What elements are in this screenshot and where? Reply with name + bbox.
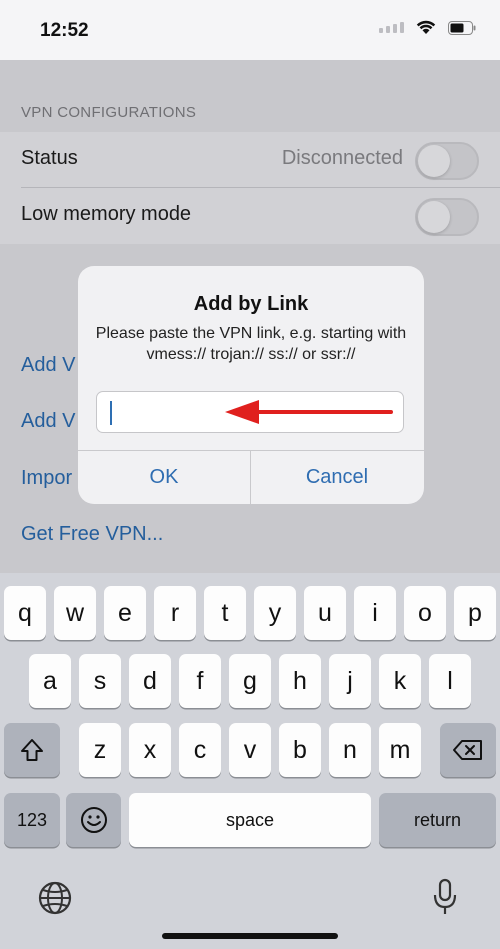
key-s[interactable]: s <box>79 654 121 708</box>
key-k[interactable]: k <box>379 654 421 708</box>
emoji-icon <box>80 807 107 833</box>
cellular-signal-icon <box>379 22 404 33</box>
key-f[interactable]: f <box>179 654 221 708</box>
key-b[interactable]: b <box>279 723 321 777</box>
battery-icon <box>448 20 476 35</box>
import-action[interactable]: Impor <box>21 467 72 490</box>
key-c[interactable]: c <box>179 723 221 777</box>
dialog-title: Add by Link <box>193 293 309 315</box>
status-bar: 12:52 <box>0 0 500 60</box>
key-t[interactable]: t <box>204 586 246 640</box>
key-u[interactable]: u <box>304 586 346 640</box>
key-m[interactable]: m <box>379 723 421 777</box>
key-v[interactable]: v <box>229 723 271 777</box>
key-e[interactable]: e <box>104 586 146 640</box>
key-n[interactable]: n <box>329 723 371 777</box>
status-icons <box>379 20 476 35</box>
key-j[interactable]: j <box>329 654 371 708</box>
status-value: Disconnected <box>281 147 403 169</box>
add-vpn-action-1[interactable]: Add V <box>21 354 75 377</box>
status-time: 12:52 <box>40 20 89 41</box>
key-x[interactable]: x <box>129 723 171 777</box>
status-row: Status Disconnected <box>0 132 500 188</box>
key-w[interactable]: w <box>54 586 96 640</box>
wifi-icon <box>416 20 436 34</box>
toggle-knob <box>418 201 450 233</box>
ok-button[interactable]: OK <box>78 451 250 504</box>
backspace-key[interactable] <box>440 723 496 777</box>
space-key[interactable]: space <box>129 793 371 847</box>
dialog-message: Please paste the VPN link, e.g. starting… <box>95 325 407 363</box>
return-key[interactable]: return <box>379 793 496 847</box>
key-z[interactable]: z <box>79 723 121 777</box>
low-memory-label: Low memory mode <box>21 203 192 225</box>
section-header: VPN CONFIGURATIONS <box>21 104 197 121</box>
key-d[interactable]: d <box>129 654 171 708</box>
status-label: Status <box>21 147 78 169</box>
numbers-key[interactable]: 123 <box>4 793 60 847</box>
add-vpn-action-2[interactable]: Add V <box>21 410 75 433</box>
backspace-icon <box>453 740 482 760</box>
key-q[interactable]: q <box>4 586 46 640</box>
link-input[interactable] <box>96 391 404 433</box>
cancel-button[interactable]: Cancel <box>251 451 423 504</box>
key-y[interactable]: y <box>254 586 296 640</box>
status-toggle[interactable] <box>415 142 479 180</box>
home-indicator <box>162 933 338 939</box>
key-o[interactable]: o <box>404 586 446 640</box>
low-memory-row: Low memory mode <box>0 188 500 244</box>
key-p[interactable]: p <box>454 586 496 640</box>
globe-icon[interactable] <box>37 880 73 916</box>
low-memory-toggle[interactable] <box>415 198 479 236</box>
emoji-key[interactable] <box>66 793 121 847</box>
get-free-vpn-action[interactable]: Get Free VPN... <box>21 523 163 546</box>
text-cursor <box>110 401 112 425</box>
key-i[interactable]: i <box>354 586 396 640</box>
key-a[interactable]: a <box>29 654 71 708</box>
shift-key[interactable] <box>4 723 60 777</box>
microphone-icon[interactable] <box>430 877 460 917</box>
key-r[interactable]: r <box>154 586 196 640</box>
key-h[interactable]: h <box>279 654 321 708</box>
toggle-knob <box>418 145 450 177</box>
shift-icon <box>21 739 43 761</box>
key-l[interactable]: l <box>429 654 471 708</box>
red-arrow-annotation <box>225 400 393 424</box>
key-g[interactable]: g <box>229 654 271 708</box>
add-by-link-dialog: Add by Link Please paste the VPN link, e… <box>78 266 424 504</box>
